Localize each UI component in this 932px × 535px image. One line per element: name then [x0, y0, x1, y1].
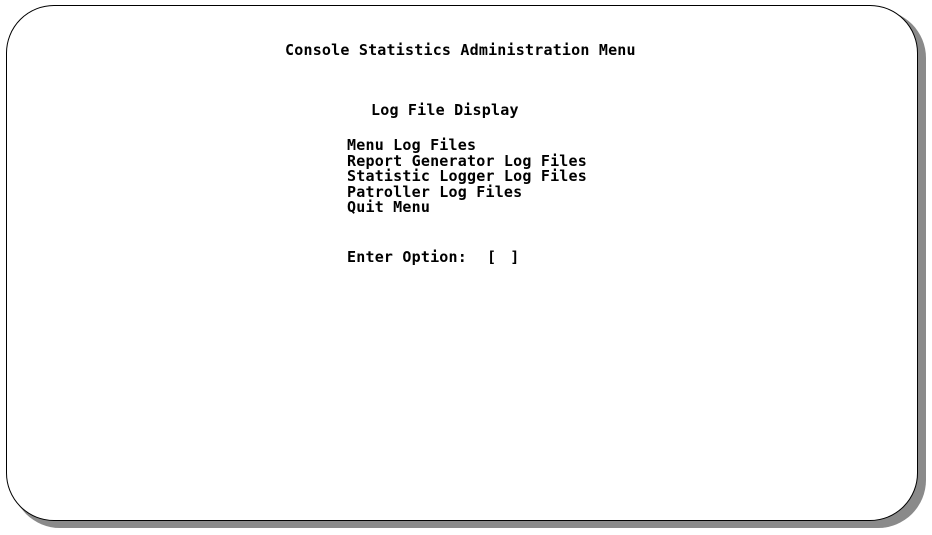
- menu-item-quit-menu[interactable]: Quit Menu: [347, 199, 587, 216]
- option-entry-field: [ ]: [487, 248, 519, 266]
- terminal-screen: Console Statistics Administration Menu L…: [0, 0, 932, 535]
- option-prompt-row: Enter Option: [ ]: [347, 248, 519, 266]
- option-open-bracket: [: [487, 248, 497, 266]
- menu-options-list: Menu Log Files Report Generator Log File…: [347, 137, 587, 216]
- option-prompt-label: Enter Option:: [347, 248, 467, 266]
- menu-subtitle: Log File Display: [371, 101, 519, 119]
- option-input[interactable]: [498, 248, 509, 266]
- menu-title: Console Statistics Administration Menu: [285, 41, 636, 59]
- option-close-bracket: ]: [510, 248, 520, 266]
